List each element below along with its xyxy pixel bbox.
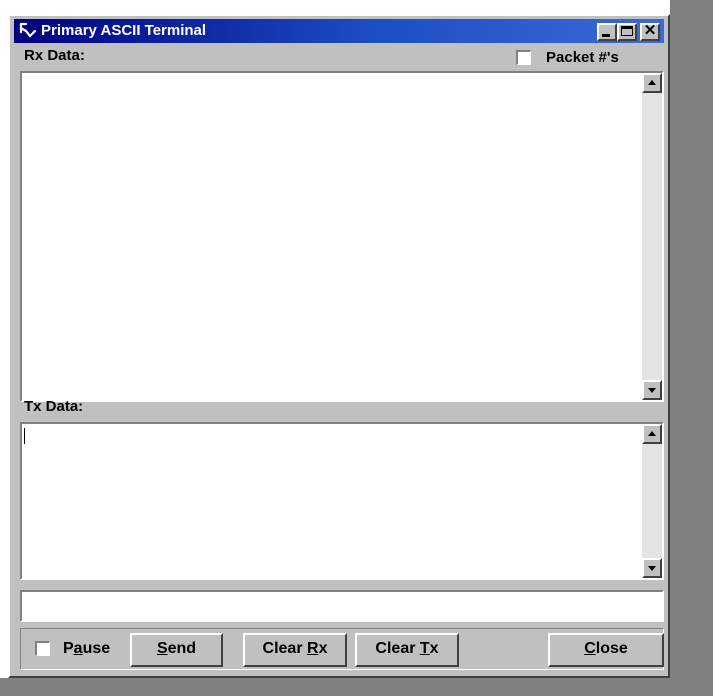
down-arrow-icon: [648, 566, 656, 571]
close-window-button[interactable]: ✕: [640, 22, 660, 41]
up-arrow-icon: [648, 80, 656, 85]
window-title: Primary ASCII Terminal: [41, 22, 207, 39]
packet-numbers-label: Packet #'s: [546, 49, 619, 66]
terminal-window: Primary ASCII Terminal ✕ Rx Data: Packet…: [8, 14, 670, 678]
tx-data-label: Tx Data:: [24, 398, 84, 415]
close-icon: ✕: [643, 22, 657, 39]
rx-scroll-up-button[interactable]: [642, 73, 662, 93]
maximize-button[interactable]: [617, 23, 637, 41]
close-button[interactable]: Close: [548, 633, 664, 667]
rx-data-label: Rx Data:: [24, 47, 85, 64]
terminal-app-icon: [19, 22, 37, 38]
send-input-field[interactable]: [20, 590, 664, 622]
maximize-icon: [621, 26, 633, 36]
rx-scroll-down-button[interactable]: [642, 380, 662, 400]
clear-rx-button[interactable]: Clear Rx: [243, 633, 347, 667]
tx-scroll-down-button[interactable]: [642, 558, 662, 578]
tx-data-textarea[interactable]: [20, 422, 664, 580]
down-arrow-icon: [648, 388, 656, 393]
desktop-background-right: [670, 0, 713, 696]
send-button[interactable]: Send: [130, 633, 223, 667]
tx-scroll-up-button[interactable]: [642, 424, 662, 444]
packet-numbers-checkbox[interactable]: [516, 50, 531, 65]
rx-data-textarea[interactable]: [20, 71, 664, 402]
rx-scrollbar[interactable]: [642, 73, 662, 400]
clear-tx-button[interactable]: Clear Tx: [355, 633, 459, 667]
button-bar: Pause Send Clear Rx Clear Tx Close: [20, 628, 664, 670]
pause-label: Pause: [63, 640, 111, 657]
minimize-button[interactable]: [597, 23, 617, 41]
title-bar[interactable]: Primary ASCII Terminal ✕: [14, 19, 664, 43]
desktop-background-bottom: [0, 678, 670, 696]
text-caret: [24, 428, 25, 444]
tx-scrollbar[interactable]: [642, 424, 662, 578]
up-arrow-icon: [648, 431, 656, 436]
minimize-icon: [602, 34, 610, 37]
pause-checkbox[interactable]: [35, 641, 50, 656]
